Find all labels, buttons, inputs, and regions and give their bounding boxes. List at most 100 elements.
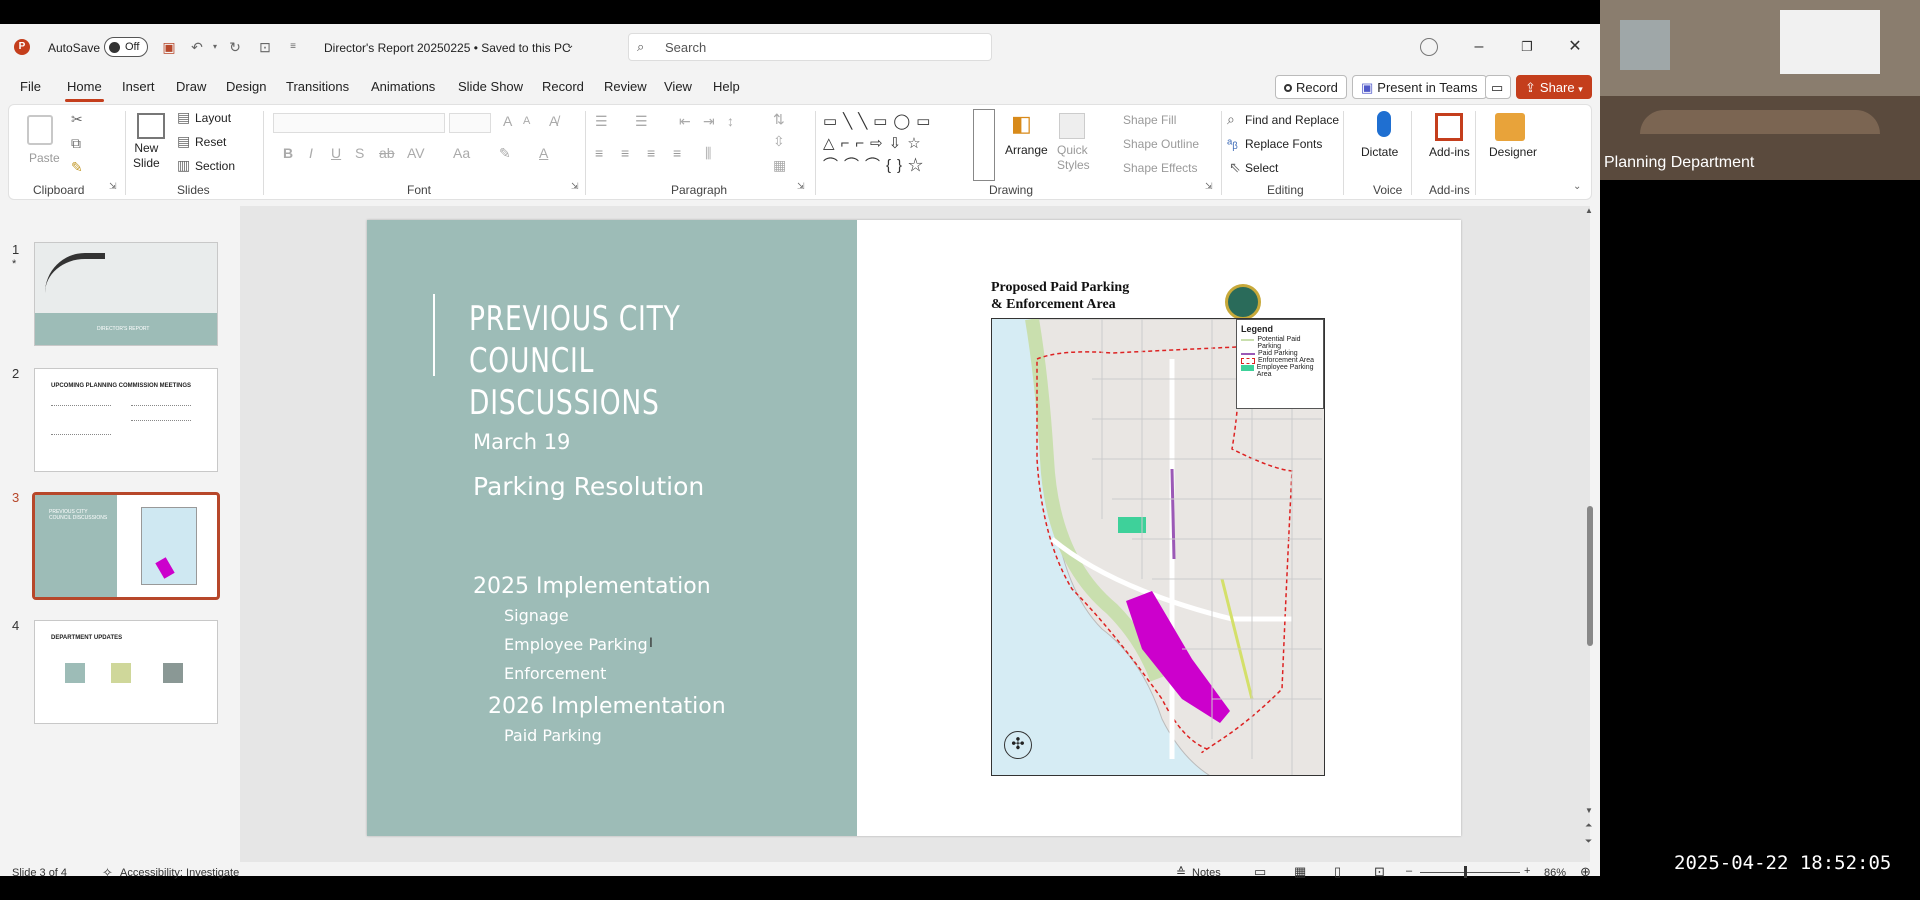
customize-qat-icon[interactable]: ≡ — [284, 38, 302, 56]
increase-indent-icon[interactable]: ⇥ — [703, 113, 715, 130]
line-spacing-icon[interactable]: ↕ — [727, 113, 734, 129]
cut-icon[interactable]: ✂ — [71, 111, 83, 128]
arrange-icon[interactable]: ◧ — [1011, 111, 1032, 137]
shapes-gallery-scroll[interactable] — [973, 109, 995, 181]
slide-thumbnail-4[interactable]: DEPARTMENT UPDATES — [34, 620, 218, 724]
scroll-up-icon[interactable]: ▲ — [1585, 206, 1593, 215]
zoom-slider[interactable] — [1420, 872, 1520, 873]
slide-subitem-paid-parking[interactable]: Paid Parking — [504, 726, 602, 745]
columns-icon[interactable]: ⫼ — [705, 145, 711, 162]
save-icon[interactable]: ▣ — [160, 38, 178, 56]
previous-slide-icon[interactable]: ⏶ — [1585, 820, 1592, 831]
slide-thumbnail-2[interactable]: UPCOMING PLANNING COMMISSION MEETINGS — [34, 368, 218, 472]
microphone-icon[interactable] — [1377, 111, 1391, 137]
slide-item-2026[interactable]: 2026 Implementation — [488, 694, 726, 719]
tab-animations[interactable]: Animations — [371, 79, 435, 94]
slide-date[interactable]: March 19 — [473, 430, 570, 454]
fit-slide-icon[interactable]: ⊕ — [1580, 864, 1591, 880]
arrange-button[interactable]: Arrange — [1005, 143, 1048, 157]
accessibility-icon[interactable]: ✧ — [102, 865, 113, 881]
new-slide-icon[interactable] — [137, 113, 165, 139]
copy-icon[interactable]: ⧉ — [71, 135, 81, 152]
format-painter-icon[interactable]: ✎ — [71, 159, 83, 176]
dialog-launcher-icon[interactable]: ⇲ — [571, 181, 579, 192]
underline-icon[interactable]: U — [331, 145, 341, 161]
layout-icon[interactable]: ▤ — [177, 109, 190, 126]
clear-formatting-icon[interactable]: A̸ — [549, 113, 558, 129]
user-avatar-icon[interactable] — [1420, 38, 1438, 56]
replace-fonts-button[interactable]: Replace Fonts — [1245, 137, 1322, 151]
present-icon[interactable]: ⊡ — [256, 38, 274, 56]
find-replace-button[interactable]: Find and Replace — [1245, 113, 1339, 127]
highlight-icon[interactable]: ✎ — [499, 145, 511, 162]
reset-icon[interactable]: ▤ — [177, 133, 190, 150]
change-case-icon[interactable]: Aa — [453, 145, 470, 161]
section-icon[interactable]: ▥ — [177, 157, 190, 174]
undo-dropdown-icon[interactable]: ▾ — [206, 38, 224, 56]
tab-insert[interactable]: Insert — [122, 79, 155, 94]
decrease-indent-icon[interactable]: ⇤ — [679, 113, 691, 130]
zoom-level[interactable]: 86% — [1544, 867, 1566, 879]
tab-transitions[interactable]: Transitions — [286, 79, 349, 94]
record-button[interactable]: Record — [1275, 75, 1347, 99]
share-button[interactable]: ⇪ Share ▾ — [1516, 75, 1592, 99]
present-in-teams-button[interactable]: ▣ Present in Teams — [1352, 75, 1487, 99]
search-box[interactable]: ⌕ Search — [628, 33, 992, 61]
designer-button[interactable]: Designer — [1489, 145, 1537, 159]
scroll-down-icon[interactable]: ▼ — [1585, 806, 1593, 815]
slide-sorter-icon[interactable]: ▦ — [1294, 864, 1306, 880]
notes-button[interactable]: Notes — [1192, 867, 1221, 879]
align-right-icon[interactable]: ≡ — [647, 145, 655, 161]
tab-slide-show[interactable]: Slide Show — [458, 79, 523, 94]
new-slide-label[interactable]: New Slide — [133, 141, 160, 171]
paste-icon[interactable] — [27, 115, 53, 145]
slide-item-2025[interactable]: 2025 Implementation — [473, 574, 711, 599]
align-left-icon[interactable]: ≡ — [595, 145, 603, 161]
shapes-gallery[interactable]: ▭╲╲▭◯▭ △⌐⌐⇨⇩☆ ⌒⌒⌒{}☆ — [823, 111, 995, 179]
shape-effects-button[interactable]: Shape Effects — [1123, 161, 1198, 175]
decrease-font-icon[interactable]: A — [523, 115, 530, 127]
slide-subitem-enforcement[interactable]: Enforcement — [504, 664, 606, 683]
paste-label[interactable]: Paste — [29, 151, 60, 165]
dialog-launcher-icon[interactable]: ⇲ — [1205, 181, 1213, 192]
scroll-thumb[interactable] — [1587, 506, 1593, 646]
quick-styles-icon[interactable] — [1059, 113, 1085, 139]
layout-button[interactable]: Layout — [195, 111, 231, 125]
quick-styles-button[interactable]: Quick Styles — [1057, 143, 1090, 173]
shadow-icon[interactable]: S — [355, 145, 364, 161]
zoom-in-icon[interactable]: + — [1524, 865, 1530, 877]
reset-button[interactable]: Reset — [195, 135, 226, 149]
chevron-down-icon[interactable]: ⌄ — [566, 40, 574, 51]
dictate-button[interactable]: Dictate — [1361, 145, 1398, 159]
align-text-icon[interactable]: ⇳ — [773, 133, 785, 150]
slide-item-parking-resolution[interactable]: Parking Resolution — [473, 472, 704, 501]
addins-button[interactable]: Add-ins — [1429, 145, 1470, 159]
dialog-launcher-icon[interactable]: ⇲ — [797, 181, 805, 192]
text-direction-icon[interactable]: ⇅ — [773, 111, 785, 128]
tab-draw[interactable]: Draw — [176, 79, 206, 94]
slide-editing-canvas[interactable]: PREVIOUS CITY COUNCIL DISCUSSIONS March … — [240, 206, 1590, 862]
slideshow-icon[interactable]: ⊡ — [1374, 864, 1385, 880]
center-icon[interactable]: ≡ — [621, 145, 629, 161]
slide-title[interactable]: PREVIOUS CITY COUNCIL DISCUSSIONS — [469, 298, 758, 424]
strikethrough-icon[interactable]: ab — [379, 145, 395, 161]
tab-file[interactable]: File — [20, 79, 41, 94]
slide-thumbnail-3[interactable]: PREVIOUS CITY COUNCIL DISCUSSIONS — [32, 492, 220, 600]
slide-subitem-signage[interactable]: Signage — [504, 606, 569, 625]
current-slide[interactable]: PREVIOUS CITY COUNCIL DISCUSSIONS March … — [367, 220, 1461, 836]
tab-help[interactable]: Help — [713, 79, 740, 94]
slide-subitem-employee-parking[interactable]: Employee Parking — [504, 635, 648, 654]
bullets-icon[interactable]: ☰ — [595, 113, 608, 130]
tab-record[interactable]: Record — [542, 79, 584, 94]
smartart-icon[interactable]: ▦ — [773, 157, 786, 174]
tab-design[interactable]: Design — [226, 79, 266, 94]
undo-icon[interactable]: ↶ — [188, 38, 206, 56]
accessibility-status[interactable]: Accessibility: Investigate — [120, 867, 239, 879]
dialog-launcher-icon[interactable]: ⇲ — [109, 181, 117, 192]
section-button[interactable]: Section — [195, 159, 235, 173]
normal-view-icon[interactable]: ▭ — [1254, 864, 1266, 880]
bold-icon[interactable]: B — [283, 145, 293, 161]
font-name-box[interactable] — [273, 113, 445, 133]
character-spacing-icon[interactable]: AV — [407, 145, 425, 161]
document-title[interactable]: Director's Report 20250225 • Saved to th… — [324, 41, 571, 55]
